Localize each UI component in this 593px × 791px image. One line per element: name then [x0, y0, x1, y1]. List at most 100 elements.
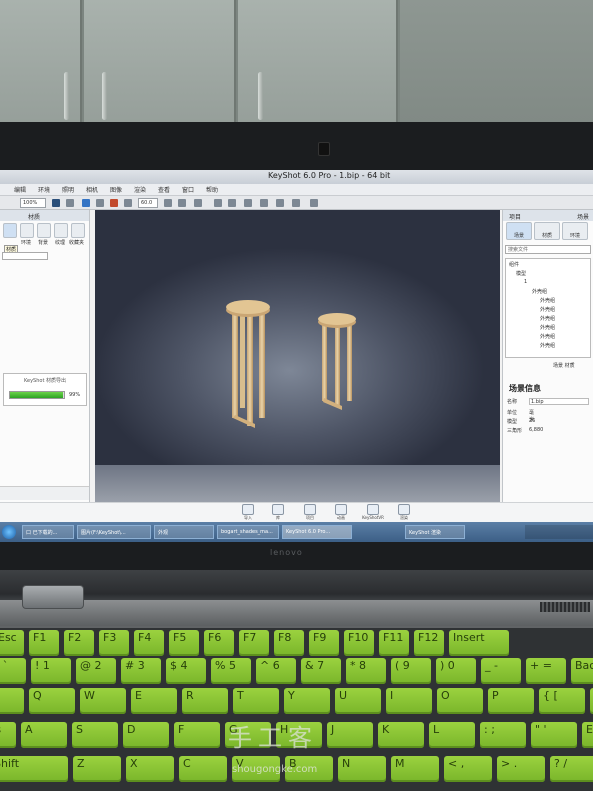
menu-item[interactable]: 编辑	[14, 185, 26, 194]
key[interactable]: D	[123, 722, 169, 748]
key[interactable]: K	[378, 722, 424, 748]
menu-item[interactable]: 照明	[62, 185, 74, 194]
material-icon[interactable]	[244, 199, 252, 207]
project-button[interactable]: 项目	[294, 504, 326, 522]
tree-item[interactable]: 组件	[509, 261, 519, 269]
import-button[interactable]: 导入	[232, 504, 264, 522]
tree-item[interactable]: 外壳组	[532, 288, 547, 296]
tree-item[interactable]: 模型	[516, 270, 526, 278]
render-viewport[interactable]	[95, 210, 500, 502]
key[interactable]: L	[429, 722, 475, 748]
keyshotvr-button[interactable]: KeyShotVR	[357, 504, 389, 522]
tree-item[interactable]: 外壳组	[540, 342, 555, 350]
key[interactable]: F9	[309, 630, 339, 656]
lock-icon[interactable]	[276, 199, 284, 207]
key[interactable]: F11	[379, 630, 409, 656]
key[interactable]: ! 1	[31, 658, 71, 684]
key[interactable]: F12	[414, 630, 444, 656]
key[interactable]: I	[386, 688, 432, 714]
key[interactable]: * 8	[346, 658, 386, 684]
tab-environments[interactable]	[20, 223, 34, 238]
start-button[interactable]	[2, 525, 16, 539]
key[interactable]: Z	[73, 756, 121, 782]
key[interactable]: F4	[134, 630, 164, 656]
menu-item[interactable]: 查看	[158, 185, 170, 194]
key[interactable]: F8	[274, 630, 304, 656]
tab-material[interactable]: 材质	[534, 222, 560, 240]
camera-icon[interactable]	[124, 199, 132, 207]
key[interactable]: M	[391, 756, 439, 782]
menu-item[interactable]: 渲染	[134, 185, 146, 194]
tree-item[interactable]: 1	[524, 279, 527, 287]
key[interactable]: ? /	[550, 756, 593, 782]
taskbar-item[interactable]: KeyShot 渲染	[405, 525, 465, 539]
key[interactable]: Shift	[0, 756, 68, 782]
key[interactable]: " '	[531, 722, 577, 748]
library-button[interactable]: 库	[262, 504, 294, 522]
tab-textures[interactable]	[54, 223, 68, 238]
tab-backplates[interactable]	[37, 223, 51, 238]
settings-icon[interactable]	[66, 199, 74, 207]
key[interactable]: { [	[539, 688, 585, 714]
key[interactable]: Y	[284, 688, 330, 714]
key[interactable]: A	[21, 722, 67, 748]
key[interactable]: Caps Lock	[0, 722, 16, 748]
menu-item[interactable]: 相机	[86, 185, 98, 194]
key[interactable]: F10	[344, 630, 374, 656]
menu-item[interactable]: 帮助	[206, 185, 218, 194]
key[interactable]: Backspace	[571, 658, 593, 684]
grid-icon[interactable]	[260, 199, 268, 207]
taskbar-item[interactable]: 图片(F:\KeyShot\...	[77, 525, 151, 539]
scene-search-input[interactable]: 搜索文件	[505, 245, 591, 254]
move-icon[interactable]	[96, 199, 104, 207]
tree-item[interactable]: 外壳组	[540, 324, 555, 332]
tree-item[interactable]: 外壳组	[540, 333, 555, 341]
key[interactable]: S	[72, 722, 118, 748]
key[interactable]: Insert	[449, 630, 509, 656]
system-tray[interactable]	[525, 525, 593, 539]
key[interactable]: E	[131, 688, 177, 714]
pause-icon[interactable]	[52, 199, 60, 207]
key[interactable]: Enter	[582, 722, 593, 748]
key[interactable]: ^ 6	[256, 658, 296, 684]
key[interactable]: O	[437, 688, 483, 714]
tab-scene[interactable]: 场景	[506, 222, 532, 240]
key[interactable]: U	[335, 688, 381, 714]
key[interactable]: W	[80, 688, 126, 714]
key[interactable]: P	[488, 688, 534, 714]
tab-environment[interactable]: 环境	[562, 222, 588, 240]
key[interactable]: Esc	[0, 630, 24, 656]
menu-item[interactable]: 窗口	[182, 185, 194, 194]
power-button[interactable]	[22, 585, 84, 609]
key[interactable]: _ -	[481, 658, 521, 684]
library-search-input[interactable]	[2, 252, 48, 260]
key[interactable]: Q	[29, 688, 75, 714]
key[interactable]: & 7	[301, 658, 341, 684]
tree-item[interactable]: 外壳组	[540, 297, 555, 305]
taskbar-item[interactable]: 外观	[154, 525, 214, 539]
tab-favorites[interactable]	[71, 223, 85, 238]
menu-item[interactable]: 环境	[38, 185, 50, 194]
refresh-icon[interactable]	[82, 199, 90, 207]
zoom-select[interactable]: 100%	[20, 198, 46, 208]
arrow-down-icon[interactable]	[110, 199, 118, 207]
menu-item[interactable]: 图像	[110, 185, 122, 194]
screenshot-icon[interactable]	[310, 199, 318, 207]
key[interactable]: F5	[169, 630, 199, 656]
rotate-icon[interactable]	[194, 199, 202, 207]
render-button[interactable]: 渲染	[388, 504, 420, 522]
key[interactable]: $ 4	[166, 658, 206, 684]
pan-icon[interactable]	[178, 199, 186, 207]
key[interactable]: % 5	[211, 658, 251, 684]
key[interactable]: C	[179, 756, 227, 782]
key[interactable]: X	[126, 756, 174, 782]
key[interactable]: ) 0	[436, 658, 476, 684]
key[interactable]: F2	[64, 630, 94, 656]
value-field[interactable]: 60.0	[138, 198, 158, 208]
key[interactable]: # 3	[121, 658, 161, 684]
key[interactable]: F3	[99, 630, 129, 656]
frame-icon[interactable]	[214, 199, 222, 207]
tree-item[interactable]: 外壳组	[540, 315, 555, 323]
key[interactable]: F7	[239, 630, 269, 656]
key[interactable]: > .	[497, 756, 545, 782]
